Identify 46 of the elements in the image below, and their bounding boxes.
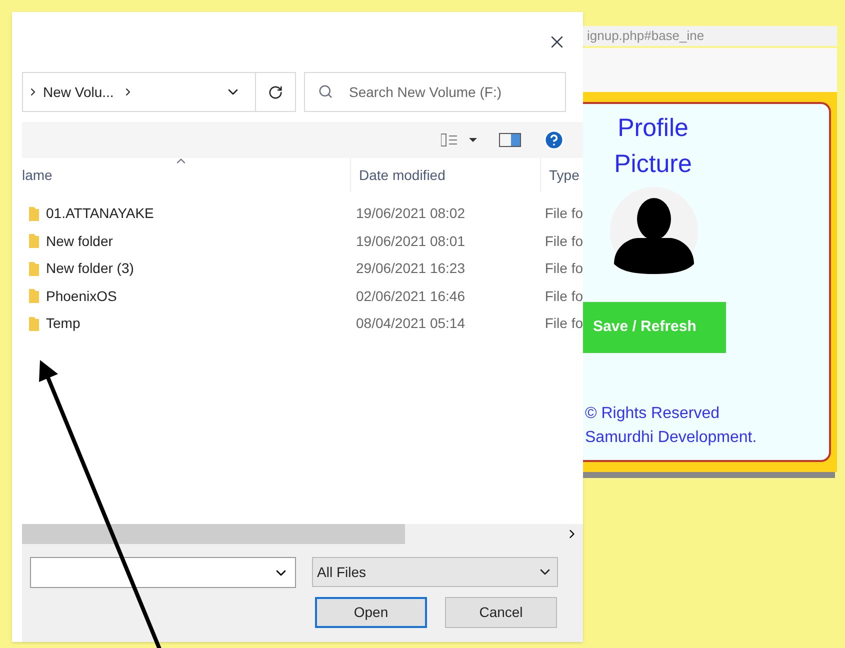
- date-cell-text: 19/06/2021 08:02: [355, 204, 466, 224]
- type-cell-text: File fo: [544, 314, 583, 334]
- refresh-icon[interactable]: [268, 84, 283, 100]
- scrollbar-thumb[interactable]: [22, 524, 405, 544]
- avatar-icon: [609, 186, 699, 276]
- file-row[interactable]: Temp 08/04/2021 05:14 File fo: [22, 310, 583, 338]
- footer-text: Samurdhi Development.: [585, 428, 758, 448]
- preview-pane-icon[interactable]: [499, 133, 521, 147]
- file-type-dropdown[interactable]: All Files: [312, 557, 558, 587]
- address-bar[interactable]: New Volu...: [22, 72, 296, 112]
- profile-title: Picture: [614, 149, 692, 180]
- file-row[interactable]: 01.ATTANAYAKE 19/06/2021 08:02 File fo: [22, 200, 583, 228]
- breadcrumb-item[interactable]: New Volu...: [43, 82, 114, 102]
- folder-icon: [28, 288, 40, 304]
- open-button[interactable]: Open: [315, 597, 427, 628]
- search-field[interactable]: Search New Volume (F:): [304, 72, 566, 112]
- type-cell-text: File fo: [544, 204, 583, 224]
- date-cell-text: 19/06/2021 08:01: [355, 232, 466, 251]
- footer-text: © Rights Reserved: [585, 404, 721, 424]
- column-header[interactable]: Date modified: [350, 158, 540, 192]
- file-name: PhoenixOS: [46, 286, 117, 306]
- profile-title: Profile: [618, 113, 688, 144]
- date-cell-text: 29/06/2021 16:23: [355, 259, 466, 278]
- file-row[interactable]: PhoenixOS 02/06/2021 16:46 File fo: [22, 282, 583, 310]
- folder-icon: [28, 316, 40, 332]
- cancel-button[interactable]: Cancel: [445, 597, 557, 628]
- file-row[interactable]: New folder (3) 29/06/2021 16:23 File fo: [22, 255, 583, 282]
- file-name: Temp: [46, 314, 80, 334]
- type-cell-text: File fo: [544, 232, 583, 251]
- file-name: New folder: [46, 232, 113, 251]
- view-options-icon[interactable]: [441, 133, 477, 147]
- folder-icon: [28, 206, 40, 222]
- date-cell-text: 02/06/2021 16:46: [355, 286, 466, 306]
- file-name: New folder (3): [46, 259, 134, 278]
- search-icon: [318, 84, 333, 99]
- file-row[interactable]: New folder 19/06/2021 08:01 File fo: [22, 228, 583, 255]
- type-cell-text: File fo: [544, 259, 583, 278]
- column-header[interactable]: lame: [22, 158, 350, 192]
- folder-icon: [28, 260, 40, 277]
- file-name-field[interactable]: [30, 557, 296, 588]
- help-icon[interactable]: [543, 129, 565, 151]
- folder-icon: [28, 233, 40, 250]
- date-cell-text: 08/04/2021 05:14: [355, 314, 466, 334]
- type-cell-text: File fo: [544, 286, 583, 306]
- file-type-label: All Files: [317, 562, 366, 582]
- file-name: 01.ATTANAYAKE: [46, 204, 154, 224]
